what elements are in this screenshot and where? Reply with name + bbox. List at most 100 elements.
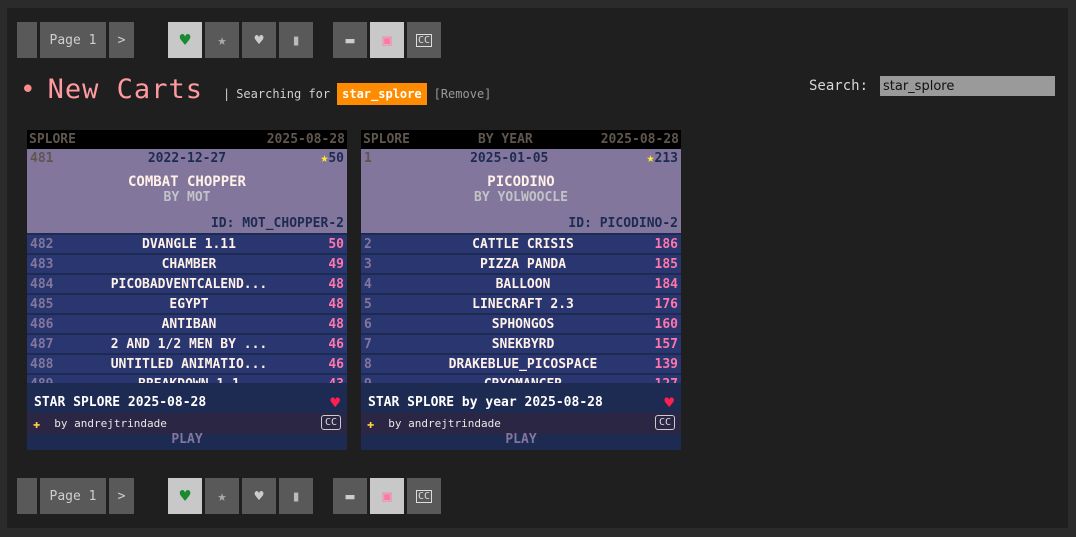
featured-cart[interactable]: 1 2025-01-05 ★213 PICODINO BY YOLWOOCLE … <box>361 149 681 233</box>
cart-title: DVANGLE 1.11 <box>142 236 236 252</box>
filter-heart-button[interactable]: ♥ <box>242 478 276 514</box>
filter-cc-button[interactable]: CC <box>407 22 441 58</box>
featured-cart[interactable]: 481 2022-12-27 ★50 COMBAT CHOPPER BY MOT… <box>27 149 347 233</box>
cart-likes: 48 <box>328 276 344 292</box>
featured-title: COMBAT CHOPPER <box>127 174 246 190</box>
cart-title: ANTIBAN <box>161 316 217 332</box>
cart-likes: 49 <box>328 256 344 272</box>
next-page-button[interactable]: > <box>109 478 134 514</box>
star-icon: ★ <box>217 487 227 505</box>
cart-list-item[interactable]: 9 CRYOMANCER 127 <box>361 375 681 383</box>
featured-rank: 1 <box>364 150 372 166</box>
cart-list-item[interactable]: 484 PICOBADVENTCALEND... 48 <box>27 275 347 293</box>
page-indicator[interactable]: Page 1 <box>40 478 106 514</box>
cart-list: 2 CATTLE CRISIS 186 3 PIZZA PANDA 185 4 … <box>361 233 681 383</box>
palette-icon: ✚ <box>367 416 375 431</box>
cart-title: DRAKEBLUE_PICOSPACE <box>448 356 598 372</box>
featured-id: ID: MOT_CHOPPER-2 <box>210 216 344 231</box>
cart-likes: 50 <box>328 236 344 252</box>
card-author[interactable]: by andrejtrindade <box>388 417 501 430</box>
cart-list-item[interactable]: 7 SNEKBYRD 157 <box>361 335 681 353</box>
featured-date: 2022-12-27 <box>147 150 227 166</box>
cart-title: SPHONGOS <box>491 316 555 332</box>
cart-likes: 43 <box>298 377 344 384</box>
card-caption: STAR SPLORE by year 2025-08-28 ♥ ✚ by an… <box>361 392 681 434</box>
filter-chat-button[interactable]: ▬ <box>333 22 367 58</box>
featured-title: PICODINO <box>487 174 555 190</box>
cart-likes: 46 <box>328 356 344 372</box>
cart-icon: ▣ <box>382 31 392 49</box>
heading-separator: | <box>222 87 231 101</box>
filter-cart-button[interactable]: ▣ <box>370 478 404 514</box>
cart-rank: 6 <box>364 316 372 332</box>
cart-title: EGYPT <box>169 296 209 312</box>
cart-likes: 176 <box>654 296 678 312</box>
cart-likes: 127 <box>632 377 678 384</box>
cart-title: 2 AND 1/2 MEN BY ... <box>110 336 268 352</box>
cart-likes: 139 <box>654 356 678 372</box>
cart-card[interactable]: SPLORE BY YEAR 2025-08-28 1 2025-01-05 ★… <box>361 130 681 450</box>
play-label[interactable]: PLAY <box>27 432 347 450</box>
cart-likes: 185 <box>654 256 678 272</box>
filter-cc-button[interactable]: CC <box>407 478 441 514</box>
pagination-bar-bottom: Page 1 > ♥ ★ ♥ ▮ ▬ ▣ CC <box>17 478 444 514</box>
cart-list-item[interactable]: 6 SPHONGOS 160 <box>361 315 681 333</box>
heart-green-icon: ♥ <box>179 485 191 507</box>
favorite-heart-icon[interactable]: ♥ <box>664 393 674 412</box>
filter-clipboard-button[interactable]: ▮ <box>279 22 313 58</box>
filter-star-button[interactable]: ★ <box>205 478 239 514</box>
search-input[interactable] <box>880 76 1055 96</box>
filter-clipboard-button[interactable]: ▮ <box>279 478 313 514</box>
cart-rank: 8 <box>364 356 372 372</box>
filter-heart-button[interactable]: ♥ <box>242 22 276 58</box>
cart-list-item[interactable]: 483 CHAMBER 49 <box>27 255 347 273</box>
cart-list-item[interactable]: 489 BREAKDOWN 1.1 43 <box>27 375 347 383</box>
cart-list-item[interactable]: 482 DVANGLE 1.11 50 <box>27 235 347 253</box>
cart-rank: 487 <box>30 336 54 352</box>
cart-list-item[interactable]: 2 CATTLE CRISIS 186 <box>361 235 681 253</box>
heading-bullet: • <box>20 75 36 105</box>
prev-page-button[interactable] <box>17 22 37 58</box>
cart-list-item[interactable]: 3 PIZZA PANDA 185 <box>361 255 681 273</box>
card-header: SPLORE 2025-08-28 <box>27 130 347 149</box>
cart-list-item[interactable]: 487 2 AND 1/2 MEN BY ... 46 <box>27 335 347 353</box>
page-indicator[interactable]: Page 1 <box>40 22 106 58</box>
cc-license-badge: CC <box>320 415 341 430</box>
cart-title: LINECRAFT 2.3 <box>472 296 574 312</box>
cart-rank: 2 <box>364 236 372 252</box>
filter-chat-button[interactable]: ▬ <box>333 478 367 514</box>
remove-search-link[interactable]: [Remove] <box>434 87 492 101</box>
prev-page-button[interactable] <box>17 478 37 514</box>
cart-rank: 3 <box>364 256 372 272</box>
cart-rank: 9 <box>364 377 414 384</box>
featured-author: BY YOLWOOCLE <box>474 190 568 205</box>
chat-icon: ▬ <box>345 487 355 505</box>
filter-star-button[interactable]: ★ <box>205 22 239 58</box>
play-label[interactable]: PLAY <box>361 432 681 450</box>
cart-likes: 48 <box>328 316 344 332</box>
cart-rank: 489 <box>30 377 80 384</box>
cart-likes: 157 <box>654 336 678 352</box>
featured-likes: ★50 <box>321 151 344 166</box>
cart-list-item[interactable]: 486 ANTIBAN 48 <box>27 315 347 333</box>
cart-card[interactable]: SPLORE 2025-08-28 481 2022-12-27 ★50 COM… <box>27 130 347 450</box>
featured-likes-count: 50 <box>328 150 344 166</box>
cart-list-item[interactable]: 488 UNTITLED ANIMATIO... 46 <box>27 355 347 373</box>
favorite-heart-icon[interactable]: ♥ <box>330 393 340 412</box>
next-page-button[interactable]: > <box>109 22 134 58</box>
filter-heart-green-button[interactable]: ♥ <box>168 22 202 58</box>
cart-list-item[interactable]: 485 EGYPT 48 <box>27 295 347 313</box>
cart-list-item[interactable]: 5 LINECRAFT 2.3 176 <box>361 295 681 313</box>
cart-likes: 160 <box>654 316 678 332</box>
cart-likes: 48 <box>328 296 344 312</box>
cart-title: UNTITLED ANIMATIO... <box>110 356 268 372</box>
cart-rank: 486 <box>30 316 54 332</box>
card-header-date: 2025-08-28 <box>266 132 345 147</box>
filter-cart-button[interactable]: ▣ <box>370 22 404 58</box>
cart-title: PIZZA PANDA <box>479 256 567 272</box>
filter-heart-green-button[interactable]: ♥ <box>168 478 202 514</box>
heart-icon: ♥ <box>254 31 264 49</box>
cart-list-item[interactable]: 4 BALLOON 184 <box>361 275 681 293</box>
card-author[interactable]: by andrejtrindade <box>54 417 167 430</box>
cart-list-item[interactable]: 8 DRAKEBLUE_PICOSPACE 139 <box>361 355 681 373</box>
